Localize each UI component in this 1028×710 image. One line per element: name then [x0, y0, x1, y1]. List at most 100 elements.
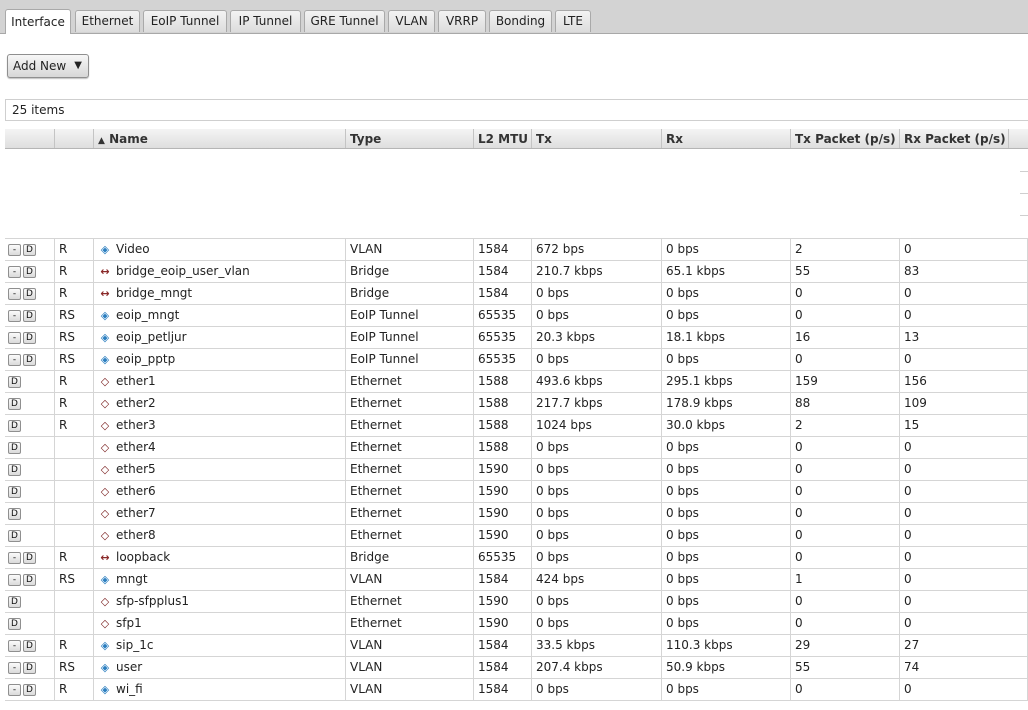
item-count: 25 items: [12, 103, 65, 117]
table-row[interactable]: D ◇ ether8 Ethernet 1590 0 bps 0 bps 0 0: [5, 524, 1028, 546]
tab-eoip-tunnel[interactable]: EoIP Tunnel: [143, 10, 227, 32]
disable-button[interactable]: D: [23, 639, 36, 652]
remove-button[interactable]: -: [8, 683, 21, 696]
disable-button[interactable]: D: [8, 529, 21, 542]
remove-button[interactable]: -: [8, 331, 21, 344]
disable-button[interactable]: D: [8, 441, 21, 454]
table-row[interactable]: - D R ◈ wi_fi VLAN 1584 0 bps 0 bps 0 0: [5, 678, 1028, 700]
chevron-down-icon[interactable]: ▼: [74, 55, 82, 77]
interface-name[interactable]: ether3: [116, 418, 156, 432]
disable-button[interactable]: D: [8, 617, 21, 630]
table-row[interactable]: D ◇ sfp-sfpplus1 Ethernet 1590 0 bps 0 bps 0 0: [5, 590, 1028, 612]
table-row[interactable]: D ◇ ether6 Ethernet 1590 0 bps 0 bps 0 0: [5, 480, 1028, 502]
interface-name[interactable]: wi_fi: [116, 682, 143, 696]
table-row[interactable]: D R ◇ ether1 Ethernet 1588 493.6 kbps 295.1 kbp…: [5, 370, 1028, 392]
interface-name[interactable]: eoip_mngt: [116, 308, 179, 322]
table-row[interactable]: - D R ◈ Video VLAN 1584 672 bps 0 bps 2 0: [5, 238, 1028, 260]
tab-vlan[interactable]: VLAN: [388, 10, 435, 32]
column-header-rx-packet[interactable]: Rx Packet (p/s): [900, 129, 1009, 148]
remove-button[interactable]: -: [8, 573, 21, 586]
interface-name[interactable]: ether7: [116, 506, 156, 520]
table-row[interactable]: - D RS ◈ user VLAN 1584 207.4 kbps 50.9 kbps 55 74: [5, 656, 1028, 678]
row-actions: D: [5, 437, 55, 458]
interface-name[interactable]: mngt: [116, 572, 148, 586]
disable-button[interactable]: D: [8, 595, 21, 608]
column-header-flags[interactable]: [55, 129, 94, 148]
remove-button[interactable]: -: [8, 309, 21, 322]
table-row[interactable]: - D RS ◈ mngt VLAN 1584 424 bps 0 bps 1 0: [5, 568, 1028, 590]
interface-name[interactable]: sfp-sfpplus1: [116, 594, 189, 608]
table-row[interactable]: D R ◇ ether2 Ethernet 1588 217.7 kbps 178.9 kbp…: [5, 392, 1028, 414]
interface-name[interactable]: sfp1: [116, 616, 142, 630]
table-row[interactable]: D ◇ sfp1 Ethernet 1590 0 bps 0 bps 0 0: [5, 612, 1028, 634]
tab-vrrp[interactable]: VRRP: [438, 10, 486, 32]
table-row[interactable]: - D RS ◈ eoip_mngt EoIP Tunnel 65535 0 bps 0 bps…: [5, 304, 1028, 326]
table-row[interactable]: D ◇ ether4 Ethernet 1588 0 bps 0 bps 0 0: [5, 436, 1028, 458]
disable-button[interactable]: D: [23, 309, 36, 322]
table-row[interactable]: D ◇ ether5 Ethernet 1590 0 bps 0 bps 0 0: [5, 458, 1028, 480]
tab-bonding[interactable]: Bonding: [489, 10, 552, 32]
column-header-name[interactable]: ▲ Name: [94, 129, 346, 148]
column-header-l2-mtu[interactable]: L2 MTU: [474, 129, 532, 148]
disable-button[interactable]: D: [8, 507, 21, 520]
disable-button[interactable]: D: [23, 573, 36, 586]
table-row[interactable]: - D R ◈ sip_1c VLAN 1584 33.5 kbps 110.3 kbps 29 2…: [5, 634, 1028, 656]
remove-button[interactable]: -: [8, 353, 21, 366]
column-header-type[interactable]: Type: [346, 129, 474, 148]
add-new-button[interactable]: Add New ▼: [7, 54, 89, 78]
column-header-tx-packet[interactable]: Tx Packet (p/s): [791, 129, 900, 148]
table-row[interactable]: - D RS ◈ eoip_pptp EoIP Tunnel 65535 0 bps 0 bps…: [5, 348, 1028, 370]
interface-name-cell: ◇ ether2: [94, 393, 346, 414]
column-header-rx[interactable]: Rx: [662, 129, 791, 148]
disable-button[interactable]: D: [23, 551, 36, 564]
interface-name[interactable]: ether1: [116, 374, 156, 388]
table-row[interactable]: - D R ↔ bridge_mngt Bridge 1584 0 bps 0 bps 0 0: [5, 282, 1028, 304]
interface-name[interactable]: user: [116, 660, 142, 674]
tab-lte[interactable]: LTE: [555, 10, 591, 32]
interface-name[interactable]: eoip_pptp: [116, 352, 175, 366]
interface-name[interactable]: ether8: [116, 528, 156, 542]
disable-button[interactable]: D: [23, 265, 36, 278]
disable-button[interactable]: D: [8, 419, 21, 432]
disable-button[interactable]: D: [23, 661, 36, 674]
disable-button[interactable]: D: [8, 397, 21, 410]
interface-name-cell: ◇ ether7: [94, 503, 346, 524]
interface-name[interactable]: ether6: [116, 484, 156, 498]
disable-button[interactable]: D: [8, 463, 21, 476]
remove-button[interactable]: -: [8, 639, 21, 652]
disable-button[interactable]: D: [23, 331, 36, 344]
disable-button[interactable]: D: [23, 243, 36, 256]
interface-name[interactable]: ether2: [116, 396, 156, 410]
table-row[interactable]: D R ◇ ether3 Ethernet 1588 1024 bps 30.0 kbps 2 1…: [5, 414, 1028, 436]
tab-interface[interactable]: Interface: [5, 9, 71, 34]
column-header-actions[interactable]: [5, 129, 55, 148]
flags-cell: [55, 525, 94, 546]
interface-name[interactable]: loopback: [116, 550, 170, 564]
remove-button[interactable]: -: [8, 661, 21, 674]
interface-name[interactable]: Video: [116, 242, 150, 256]
interface-name[interactable]: bridge_mngt: [116, 286, 192, 300]
tab-ethernet[interactable]: Ethernet: [75, 10, 140, 32]
column-header-tx[interactable]: Tx: [532, 129, 662, 148]
disable-button[interactable]: D: [23, 353, 36, 366]
table-row[interactable]: - D RS ◈ eoip_petljur EoIP Tunnel 65535 20.3 kb…: [5, 326, 1028, 348]
remove-button[interactable]: -: [8, 287, 21, 300]
interface-name[interactable]: bridge_eoip_user_vlan: [116, 264, 250, 278]
disable-button[interactable]: D: [23, 287, 36, 300]
table-row[interactable]: D ◇ ether7 Ethernet 1590 0 bps 0 bps 0 0: [5, 502, 1028, 524]
disable-button[interactable]: D: [8, 485, 21, 498]
interface-name[interactable]: ether4: [116, 440, 156, 454]
interface-name[interactable]: sip_1c: [116, 638, 153, 652]
flags-cell: RS: [55, 327, 94, 348]
table-row[interactable]: - D R ↔ bridge_eoip_user_vlan Bridge 1584 210.7…: [5, 260, 1028, 282]
tab-gre-tunnel[interactable]: GRE Tunnel: [304, 10, 385, 32]
interface-name[interactable]: ether5: [116, 462, 156, 476]
tab-ip-tunnel[interactable]: IP Tunnel: [230, 10, 301, 32]
remove-button[interactable]: -: [8, 551, 21, 564]
remove-button[interactable]: -: [8, 265, 21, 278]
interface-name[interactable]: eoip_petljur: [116, 330, 187, 344]
remove-button[interactable]: -: [8, 243, 21, 256]
disable-button[interactable]: D: [23, 683, 36, 696]
table-row[interactable]: - D R ↔ loopback Bridge 65535 0 bps 0 bps 0 0: [5, 546, 1028, 568]
disable-button[interactable]: D: [8, 375, 21, 388]
